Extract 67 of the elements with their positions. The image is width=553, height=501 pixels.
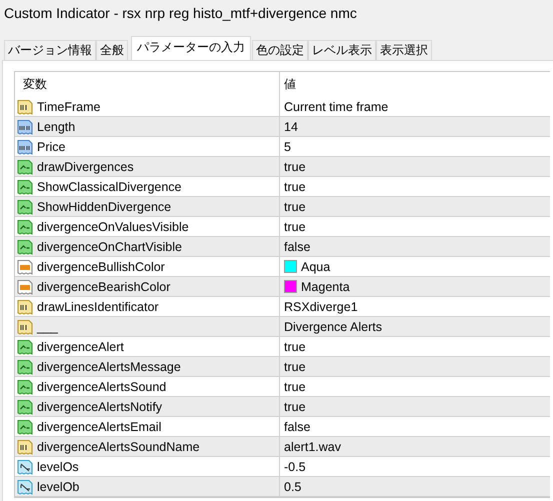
toggle-icon [17,218,33,234]
fraction-icon [17,458,33,474]
column-header[interactable]: 値 [280,72,550,97]
parameter-value[interactable]: 5 [284,140,291,154]
tab[interactable]: パラメーターの入力 [131,36,251,60]
parameter-value[interactable]: Aqua [301,260,330,274]
toggle-icon [17,378,33,394]
parameter-value[interactable]: alert1.wav [284,440,341,454]
toggle-icon [17,358,33,374]
tab[interactable]: バージョン情報 [4,40,96,60]
parameter-value[interactable]: true [284,400,306,414]
number-icon [17,118,33,134]
toggle-icon [17,198,33,214]
parameter-value[interactable]: true [284,160,306,174]
parameter-name: TimeFrame [37,100,100,114]
toggle-icon [17,238,33,254]
parameter-name: divergenceAlertsNotify [37,400,162,414]
parameter-value[interactable]: false [284,240,310,254]
parameter-name: ___ [37,320,58,334]
parameter-value[interactable]: true [284,340,306,354]
parameter-name: levelOs [37,460,79,474]
tab[interactable]: レベル表示 [308,40,376,60]
parameter-name: divergenceAlertsMessage [37,360,181,374]
fraction-icon [17,478,33,494]
tab[interactable]: 色の設定 [252,40,308,60]
parameter-name: levelOb [37,480,80,494]
parameter-name: Price [37,140,66,154]
parameter-name: divergenceOnChartVisible [37,240,182,254]
toggle-icon [17,398,33,414]
parameter-value[interactable]: Divergence Alerts [284,320,382,334]
parameter-value[interactable]: 0.5 [284,480,302,494]
parameter-value[interactable]: false [284,420,310,434]
string-icon [17,318,33,334]
parameter-name: divergenceBullishColor [37,260,165,274]
parameter-value[interactable]: RSXdiverge1 [284,300,358,314]
parameter-value[interactable]: true [284,220,306,234]
parameter-value[interactable]: true [284,180,306,194]
color-icon [17,278,33,294]
string-icon [17,438,33,454]
tab[interactable]: 表示選択 [376,40,432,60]
parameter-value[interactable]: Current time frame [284,100,388,114]
tab[interactable]: 全般 [96,40,128,60]
parameter-name: divergenceAlert [37,340,124,354]
parameter-value[interactable]: true [284,380,306,394]
parameter-value[interactable]: true [284,200,306,214]
parameter-name: divergenceAlertsEmail [37,420,162,434]
parameter-value[interactable]: -0.5 [284,460,306,474]
parameter-name: ShowClassicalDivergence [37,180,182,194]
parameter-value[interactable]: Magenta [301,280,350,294]
parameter-name: drawLinesIdentificator [37,300,159,314]
parameter-value[interactable]: true [284,360,306,374]
number-icon [17,138,33,154]
parameter-value[interactable]: 14 [284,120,298,134]
toggle-icon [17,158,33,174]
string-icon [17,298,33,314]
toggle-icon [17,338,33,354]
parameter-name: divergenceAlertsSound [37,380,166,394]
toggle-icon [17,178,33,194]
parameter-name: divergenceOnValuesVisible [37,220,189,234]
parameter-name: divergenceBearishColor [37,280,170,294]
parameter-name: drawDivergences [37,160,134,174]
toggle-icon [17,418,33,434]
parameter-name: ShowHiddenDivergence [37,200,172,214]
parameter-name: Length [37,120,76,134]
string-icon [17,98,33,114]
parameter-name: divergenceAlertsSoundName [37,440,200,454]
window-title: Custom Indicator - rsx nrp reg histo_mtf+divergence nmc [4,5,357,21]
